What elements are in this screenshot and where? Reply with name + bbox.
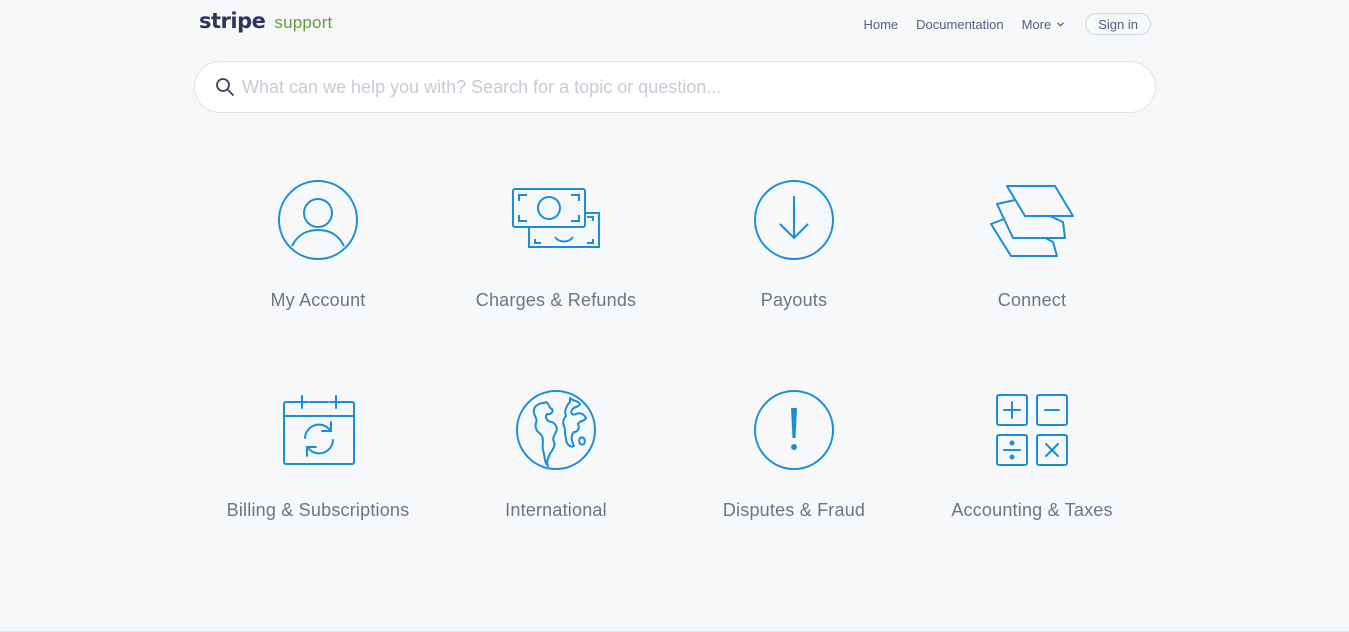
stripe-support-logo[interactable]: stripe support — [199, 9, 332, 33]
calculator-icon — [982, 380, 1082, 480]
category-label: Accounting & Taxes — [951, 500, 1113, 520]
cash-bills-icon — [506, 170, 606, 270]
category-international[interactable]: International — [437, 380, 675, 590]
category-grid: My Account Charges & Refunds Payouts Con… — [199, 170, 1151, 590]
brand-subtitle: support — [274, 13, 333, 32]
top-navigation: Home Documentation More Sign in — [845, 12, 1151, 36]
search-bar[interactable] — [194, 61, 1156, 113]
category-label: International — [505, 500, 607, 520]
category-label: Payouts — [760, 290, 828, 310]
brand-wordmark: stripe — [199, 9, 266, 33]
nav-home-link[interactable]: Home — [863, 17, 898, 32]
chevron-down-icon — [1057, 22, 1065, 26]
category-my-account[interactable]: My Account — [199, 170, 437, 380]
nav-documentation-link[interactable]: Documentation — [916, 17, 1003, 32]
category-label: Charges & Refunds — [475, 290, 637, 310]
user-circle-icon — [268, 170, 368, 270]
category-accounting-taxes[interactable]: Accounting & Taxes — [913, 380, 1151, 590]
calendar-refresh-icon — [268, 380, 368, 480]
exclamation-circle-icon — [744, 380, 844, 480]
category-label: Billing & Subscriptions — [226, 500, 410, 520]
search-input[interactable] — [240, 75, 1135, 99]
nav-more-label: More — [1021, 16, 1052, 32]
category-label: My Account — [270, 290, 366, 310]
support-home-page: stripe support Home Documentation More S… — [0, 0, 1349, 632]
nav-more-dropdown[interactable]: More — [1022, 17, 1066, 32]
category-disputes-fraud[interactable]: Disputes & Fraud — [675, 380, 913, 590]
category-connect[interactable]: Connect — [913, 170, 1151, 380]
stacked-layers-icon — [982, 170, 1082, 270]
category-label: Disputes & Fraud — [722, 500, 866, 520]
category-billing-subscriptions[interactable]: Billing & Subscriptions — [199, 380, 437, 590]
sign-in-button[interactable]: Sign in — [1085, 13, 1151, 35]
category-charges-refunds[interactable]: Charges & Refunds — [437, 170, 675, 380]
globe-icon — [506, 380, 606, 480]
search-icon — [215, 77, 235, 97]
arrow-down-circle-icon — [744, 170, 844, 270]
category-payouts[interactable]: Payouts — [675, 170, 913, 380]
category-label: Connect — [997, 290, 1067, 310]
